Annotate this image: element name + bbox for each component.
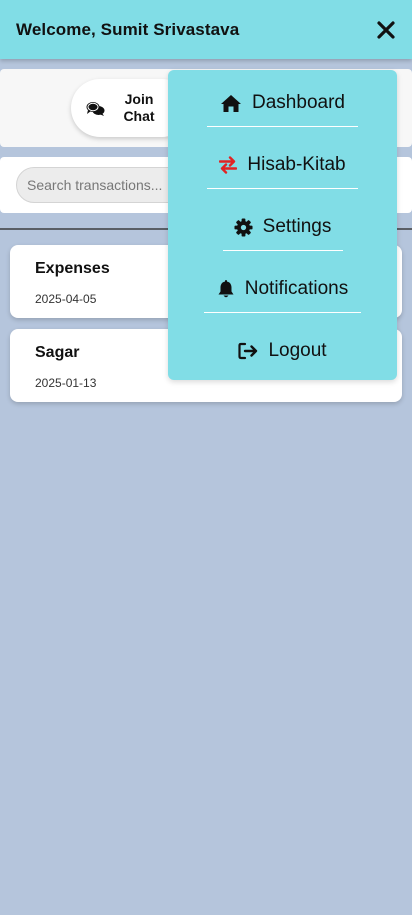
app-header: Welcome, Sumit Srivastava [0,0,412,59]
menu-item-dashboard[interactable]: Dashboard [168,79,397,127]
home-icon [220,94,242,113]
menu-item-label: Hisab-Kitab [247,154,346,175]
menu-item-notifications[interactable]: Notifications [168,265,397,313]
menu-item-settings[interactable]: Settings [168,203,397,251]
menu-separator [207,188,358,189]
gear-icon [234,217,253,237]
menu-item-label: Dashboard [252,92,345,113]
logout-icon [238,342,258,360]
menu-separator [223,250,343,251]
menu-item-logout[interactable]: Logout [168,327,397,375]
join-chat-label: Join Chat [123,91,155,124]
close-icon [377,20,395,39]
welcome-title: Welcome, Sumit Srivastava [16,19,240,39]
menu-separator [207,126,358,127]
exchange-icon [219,156,238,174]
menu-item-label: Logout [268,340,327,361]
nav-menu: Dashboard Hisab-Kitab Settings Notificat… [168,70,397,380]
comments-icon [86,101,105,116]
menu-item-label: Settings [262,216,332,237]
menu-item-hisab-kitab[interactable]: Hisab-Kitab [168,141,397,189]
menu-item-label: Notifications [244,278,349,299]
menu-separator [204,312,361,313]
close-menu-button[interactable] [373,17,399,43]
bell-icon [217,279,235,299]
